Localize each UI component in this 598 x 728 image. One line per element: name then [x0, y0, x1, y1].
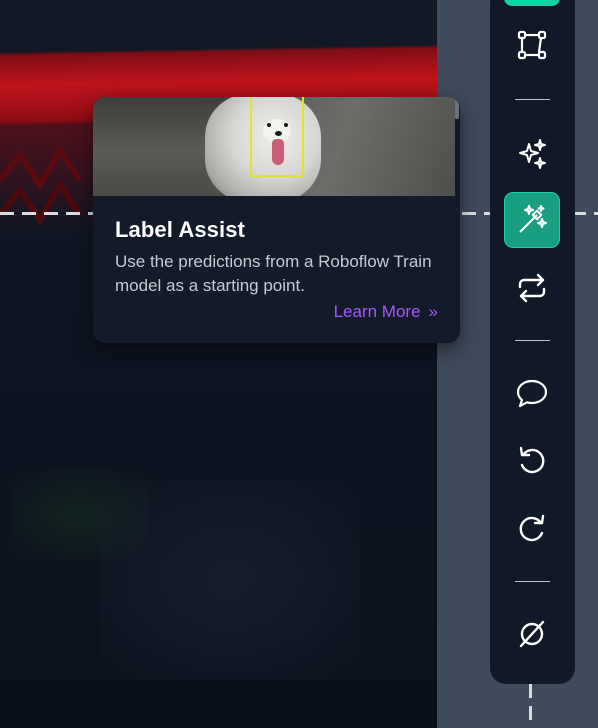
comment-tool[interactable] [504, 365, 560, 421]
learn-more-label: Learn More [333, 302, 421, 321]
redo-tool[interactable] [504, 500, 560, 556]
polygon-icon [517, 30, 547, 60]
comment-icon [516, 379, 548, 408]
polygon-tool[interactable] [504, 17, 560, 73]
toolbar-separator [515, 99, 550, 100]
preview-bounding-box [250, 97, 304, 177]
tooltip-preview-image [93, 97, 455, 196]
undo-tool[interactable] [504, 432, 560, 488]
smart-polygon-tool[interactable] [504, 126, 560, 182]
crosshair-vertical-guide [529, 684, 532, 728]
bounding-box-tool[interactable] [504, 0, 560, 6]
toolbar-separator [515, 581, 550, 582]
label-assist-tooltip: Label Assist Use the predictions from a … [93, 97, 460, 343]
toolbar-separator [515, 340, 550, 341]
null-tool[interactable] [504, 606, 560, 662]
image-shadow-region [100, 480, 360, 680]
null-icon [519, 620, 545, 648]
magic-wand-icon [519, 205, 547, 233]
tooltip-title: Label Assist [115, 217, 245, 242]
repeat-previous-tool[interactable] [504, 260, 560, 316]
redo-icon [519, 514, 545, 542]
sparkles-icon [519, 139, 546, 169]
tooltip-scrollbar[interactable] [455, 99, 459, 119]
undo-icon [519, 446, 545, 474]
tooltip-description: Use the predictions from a Roboflow Trai… [115, 252, 432, 295]
label-assist-tool[interactable] [504, 192, 560, 248]
repeat-icon [518, 273, 546, 303]
chevron-double-right-icon: » [428, 302, 438, 321]
learn-more-link[interactable]: Learn More » [334, 302, 438, 322]
